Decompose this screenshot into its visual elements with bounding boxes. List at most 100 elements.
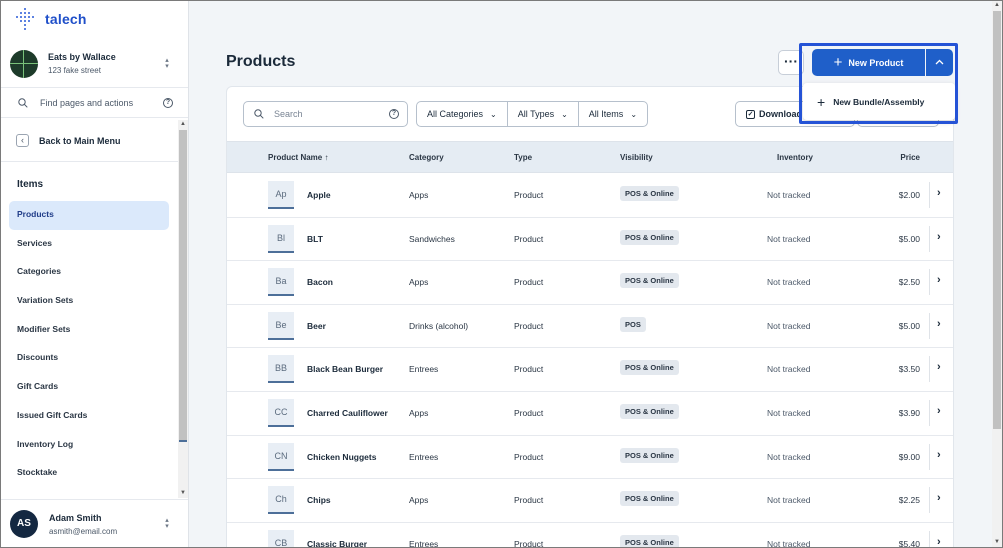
page-title: Products [226,53,296,70]
visibility-badge: POS & Online [620,229,679,245]
product-price: $5.00 [898,320,920,331]
column-header-type: Type [514,153,533,162]
product-thumbnail: Ba [268,268,294,297]
chevron-right-icon[interactable]: › [937,274,941,286]
chevron-right-icon[interactable]: › [937,318,941,330]
filter-group: All Categories ⌄ All Types ⌄ All Items ⌄ [416,101,649,127]
product-type: Product [514,408,544,418]
table-row[interactable]: CN Chicken Nuggets Entrees Product POS & Onl… [227,436,953,480]
chevron-down-icon: ⌄ [490,109,497,119]
chevron-right-icon[interactable]: › [937,187,941,199]
sidebar-item-issued-gift-cards[interactable]: Issued Gift Cards [9,402,169,431]
filter-items[interactable]: All Items ⌄ [579,102,647,126]
chevron-right-icon[interactable]: › [937,492,941,504]
avatar: AS [10,510,38,538]
sidebar-scrollbar[interactable]: ▲ ▼ [178,120,188,498]
scroll-up-icon[interactable]: ▲ [178,120,188,129]
table-row[interactable]: CC Charred Cauliflower Apps Product POS & On… [227,392,953,436]
sidebar-item-categories[interactable]: Categories [9,258,169,287]
chevron-right-icon[interactable]: › [937,231,941,243]
inventory-status: Not tracked [767,408,811,418]
chevron-right-icon[interactable]: › [937,449,941,461]
sidebar-item-services[interactable]: Services [9,230,169,259]
sidebar-item-discounts[interactable]: Discounts [9,344,169,373]
product-thumbnail: Ch [268,486,294,515]
inventory-status: Not tracked [767,277,811,288]
chevron-right-icon[interactable]: › [937,361,941,373]
sidebar-scroll-thumb[interactable] [179,130,187,442]
product-type: Product [514,233,544,244]
chevron-up-down-icon: ▴ ▾ [165,56,169,70]
products-table-card: Search ? All Categories ⌄ All Types ⌄ All … [226,86,954,548]
product-type: Product [514,495,544,506]
chevron-right-icon[interactable]: › [937,405,941,417]
table-header: Product Name ↑ Category Type Visibility … [227,141,953,173]
visibility-badge: POS & Online [620,186,679,201]
chevron-down-icon: ⌄ [561,109,568,119]
sidebar-item-gift-cards[interactable]: Gift Cards [9,373,169,402]
visibility-badge: POS & Online [620,491,679,507]
window-scroll-thumb[interactable] [993,11,1001,429]
table-row[interactable]: Ba Bacon Apps Product POS & Online Not tracke… [227,261,953,305]
inventory-status: Not tracked [767,538,811,548]
table-row[interactable]: CB Classic Burger Entrees Product POS & Onli… [227,523,953,548]
row-divider [929,400,930,426]
scroll-down-icon[interactable]: ▼ [178,489,188,498]
product-category: Apps [409,495,429,506]
product-name: Charred Cauliflower [307,408,388,418]
search-placeholder: Search [274,109,303,119]
new-product-menu-toggle[interactable] [926,49,953,76]
table-row[interactable]: Ap Apple Apps Product POS & Online Not tracke… [227,174,953,218]
inventory-status: Not tracked [767,364,811,375]
table-row[interactable]: Be Beer Drinks (alcohol) Product POS Not trac… [227,305,953,349]
sidebar-item-products[interactable]: Products [9,201,169,230]
product-thumbnail: CB [268,529,294,547]
table-row[interactable]: Bl BLT Sandwiches Product POS & Online Not tr… [227,218,953,262]
new-bundle-assembly-item[interactable]: + New Bundle/Assembly [803,83,955,120]
product-price: $5.00 [898,233,920,244]
product-category: Entrees [409,538,439,548]
visibility-badge: POS & Online [620,447,679,463]
brand-logo[interactable]: talech [14,8,87,30]
search-input[interactable]: Search ? [243,101,408,127]
help-icon[interactable]: ? [163,97,173,108]
plus-icon: + [817,93,826,110]
column-header-name[interactable]: Product Name ↑ [268,153,328,162]
product-type: Product [514,364,544,375]
more-actions-button[interactable]: ··· [778,50,804,75]
table-row[interactable]: BB Black Bean Burger Entrees Product POS & O… [227,348,953,392]
chevron-right-icon[interactable]: › [937,536,941,547]
column-header-price: Price [900,153,920,162]
new-bundle-assembly-label: New Bundle/Assembly [833,96,925,107]
filter-categories-label: All Categories [427,109,484,119]
org-switcher[interactable]: Eats by Wallace 123 fake street ▴ ▾ [0,40,188,88]
sidebar-item-modifier-sets[interactable]: Modifier Sets [9,316,169,345]
scroll-down-icon[interactable]: ▼ [992,538,1002,547]
product-category: Entrees [409,451,439,462]
find-pages-search[interactable]: Find pages and actions ? [0,88,188,118]
product-type: Product [514,538,544,548]
product-type: Product [514,277,544,288]
sidebar-item-stocktake[interactable]: Stocktake [9,459,169,488]
product-category: Drinks (alcohol) [409,320,469,331]
column-header-category: Category [409,153,444,162]
back-to-main-menu[interactable]: ‹ Back to Main Menu [0,120,178,162]
filter-types[interactable]: All Types ⌄ [508,102,579,126]
help-icon[interactable]: ? [389,109,399,119]
user-name: Adam Smith [49,512,102,523]
back-label: Back to Main Menu [39,135,121,146]
sidebar-item-inventory-log[interactable]: Inventory Log [9,431,169,460]
user-menu[interactable]: AS Adam Smith asmith@email.com ▴ ▾ [0,499,188,548]
filter-categories[interactable]: All Categories ⌄ [417,102,508,126]
checkbox-icon: ✓ [746,109,755,119]
window-scrollbar[interactable]: ▲ ▼ [992,1,1002,547]
table-row[interactable]: Ch Chips Apps Product POS & Online Not tracke… [227,479,953,523]
new-product-button[interactable]: + New Product [812,49,925,76]
row-divider [929,530,930,547]
scroll-up-icon[interactable]: ▲ [992,1,1002,10]
row-divider [929,312,930,339]
sidebar-item-variation-sets[interactable]: Variation Sets [9,287,169,316]
chevron-left-icon: ‹ [16,134,29,147]
inventory-status: Not tracked [767,190,811,200]
product-price: $3.90 [898,408,920,418]
